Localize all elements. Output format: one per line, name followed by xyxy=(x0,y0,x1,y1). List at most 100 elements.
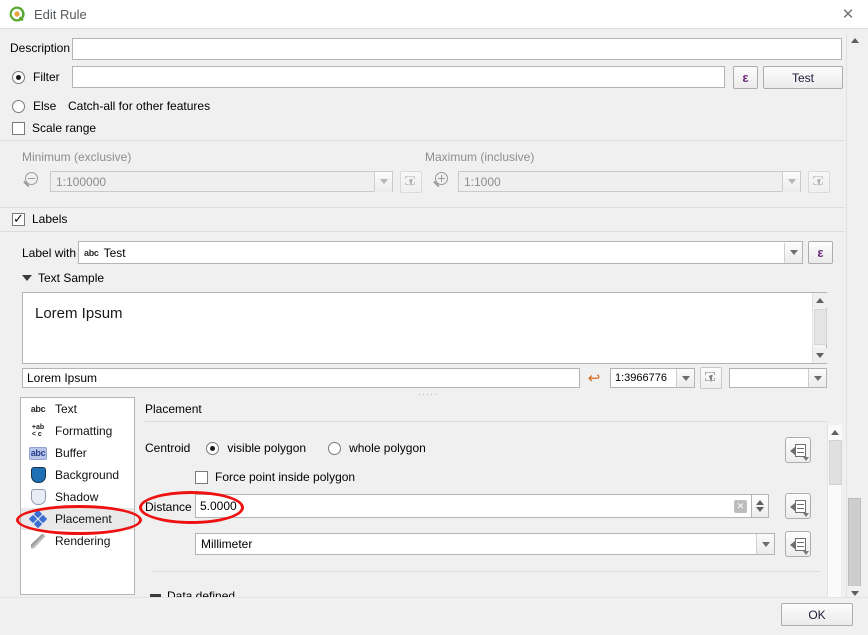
stepper-up-icon[interactable] xyxy=(756,500,764,505)
placement-title-wrap: Placement xyxy=(145,402,202,416)
centroid-whole-polygon-radio[interactable] xyxy=(328,441,342,455)
centroid-visible-polygon-radio[interactable] xyxy=(206,441,220,455)
sidebar-item-text[interactable]: abc Text xyxy=(21,398,134,420)
scroll-thumb[interactable] xyxy=(848,498,861,593)
close-icon[interactable]: ✕ xyxy=(828,0,868,28)
placement-move-icon xyxy=(27,509,49,529)
distance-label: Distance xyxy=(145,500,192,514)
text-sample-input[interactable]: Lorem Ipsum xyxy=(22,368,580,388)
chevron-down-icon[interactable] xyxy=(782,171,800,192)
distance-unit-combo[interactable]: Millimeter xyxy=(195,533,775,555)
sidebar-item-shadow[interactable]: Shadow xyxy=(21,486,134,508)
dialog-scrollbar[interactable] xyxy=(846,33,862,601)
sidebar-item-background[interactable]: Background xyxy=(21,464,134,486)
data-defined-divider xyxy=(152,571,820,572)
minimum-scale-value: 1:100000 xyxy=(56,174,107,189)
chevron-down-icon xyxy=(803,551,809,555)
zoom-out-icon xyxy=(22,171,42,191)
clear-icon[interactable]: ✕ xyxy=(734,499,747,513)
chevron-down-icon[interactable] xyxy=(374,171,392,192)
scroll-up-icon[interactable] xyxy=(828,425,842,440)
dialog-footer xyxy=(0,597,868,635)
description-input[interactable] xyxy=(72,38,842,60)
minimum-label-wrap: Minimum (exclusive) xyxy=(22,150,131,164)
minimum-scale-combo[interactable]: 1:100000 xyxy=(50,171,393,192)
scroll-thumb[interactable] xyxy=(829,440,842,485)
stepper-down-icon[interactable] xyxy=(756,507,764,512)
text-abc-icon: abc xyxy=(84,247,99,258)
sidebar-item-formatting[interactable]: +ab < c Formatting xyxy=(21,420,134,442)
scroll-up-icon[interactable] xyxy=(847,33,862,48)
background-shield-icon xyxy=(27,466,49,484)
ok-button[interactable]: OK xyxy=(781,603,853,626)
placement-panel-scrollbar[interactable] xyxy=(827,425,842,598)
sidebar-item-rendering[interactable]: Rendering xyxy=(21,530,134,552)
labels-checkbox[interactable] xyxy=(12,211,25,226)
distance-stepper[interactable] xyxy=(752,494,769,518)
distance-data-defined-override-button[interactable] xyxy=(785,493,811,519)
else-radio[interactable] xyxy=(12,99,25,113)
filter-radio-row[interactable]: Filter xyxy=(12,70,60,84)
sidebar-item-label: Placement xyxy=(55,512,112,526)
filter-label: Filter xyxy=(33,70,60,84)
scale-range-row[interactable]: Scale range xyxy=(12,121,96,135)
else-hint-wrap: Catch-all for other features xyxy=(68,99,210,113)
window-title: Edit Rule xyxy=(34,6,87,22)
placement-sidebar[interactable]: abc Text +ab < c Formatting abc Buffer Ba… xyxy=(20,397,135,595)
text-sample-extra-combo[interactable] xyxy=(729,368,827,388)
text-sample-scale-combo[interactable]: 1:3966776 xyxy=(610,368,695,388)
force-point-checkbox[interactable] xyxy=(195,470,208,484)
filter-expression-builder-button[interactable]: ε xyxy=(733,66,758,89)
centroid-data-defined-override-button[interactable] xyxy=(785,437,811,463)
select-on-canvas-icon xyxy=(404,175,418,189)
description-label: Description xyxy=(10,41,71,55)
label-with-combo[interactable]: abc Test xyxy=(78,241,803,264)
unit-data-defined-override-button[interactable] xyxy=(785,531,811,557)
text-sample-scrollbar[interactable] xyxy=(812,293,827,363)
distance-input[interactable]: 5.0000 ✕ xyxy=(195,494,752,518)
splitter-grip[interactable]: ····· xyxy=(418,389,438,399)
maximum-set-from-canvas-button[interactable] xyxy=(808,171,830,193)
text-sample-set-from-canvas-button[interactable] xyxy=(700,367,722,389)
data-defined-override-icon xyxy=(790,443,806,457)
minimum-set-from-canvas-button[interactable] xyxy=(400,171,422,193)
sidebar-item-placement[interactable]: Placement xyxy=(21,508,134,530)
chevron-down-icon[interactable] xyxy=(22,275,32,281)
chevron-down-icon[interactable] xyxy=(784,242,802,263)
text-sample-preview[interactable]: Lorem Ipsum xyxy=(22,292,827,364)
else-radio-row[interactable]: Else xyxy=(12,99,56,113)
text-sample-preview-text: Lorem Ipsum xyxy=(35,305,123,322)
sidebar-item-label: Rendering xyxy=(55,534,111,548)
else-hint: Catch-all for other features xyxy=(68,99,211,113)
filter-radio[interactable] xyxy=(12,70,25,84)
distance-value: 5.0000 xyxy=(200,499,237,513)
centroid-visible-polygon-label: visible polygon xyxy=(227,441,307,455)
force-point-label: Force point inside polygon xyxy=(215,470,356,484)
data-defined-override-icon xyxy=(790,499,806,513)
chevron-down-icon xyxy=(803,513,809,517)
scale-range-checkbox[interactable] xyxy=(12,121,25,135)
scroll-down-icon[interactable] xyxy=(813,348,827,363)
chevron-down-icon[interactable] xyxy=(676,369,694,387)
filter-expression-input[interactable] xyxy=(72,66,725,88)
centroid-row: Centroid visible polygon whole polygon xyxy=(145,441,426,455)
scroll-up-icon[interactable] xyxy=(813,293,827,308)
test-button[interactable]: Test xyxy=(763,66,843,89)
maximum-scale-value: 1:1000 xyxy=(464,174,501,189)
distance-unit-value: Millimeter xyxy=(201,537,253,551)
revert-arrow-icon[interactable]: ↩ xyxy=(583,367,605,389)
scroll-thumb[interactable] xyxy=(814,309,827,345)
chevron-down-icon[interactable] xyxy=(808,369,826,387)
label-with-expression-button[interactable]: ε xyxy=(808,241,833,264)
force-point-row[interactable]: Force point inside polygon xyxy=(195,470,355,484)
distance-label-wrap: Distance xyxy=(145,500,192,514)
text-sample-header[interactable]: Text Sample xyxy=(22,271,104,285)
chevron-down-icon[interactable] xyxy=(756,534,774,554)
maximum-scale-combo[interactable]: 1:1000 xyxy=(458,171,801,192)
select-on-canvas-icon xyxy=(812,175,826,189)
maximum-label-wrap: Maximum (inclusive) xyxy=(425,150,534,164)
labels-row[interactable]: Labels xyxy=(12,211,67,226)
sidebar-item-buffer[interactable]: abc Buffer xyxy=(21,442,134,464)
label-with-label-wrap: Label with xyxy=(22,246,76,260)
rendering-pen-icon xyxy=(27,532,49,550)
